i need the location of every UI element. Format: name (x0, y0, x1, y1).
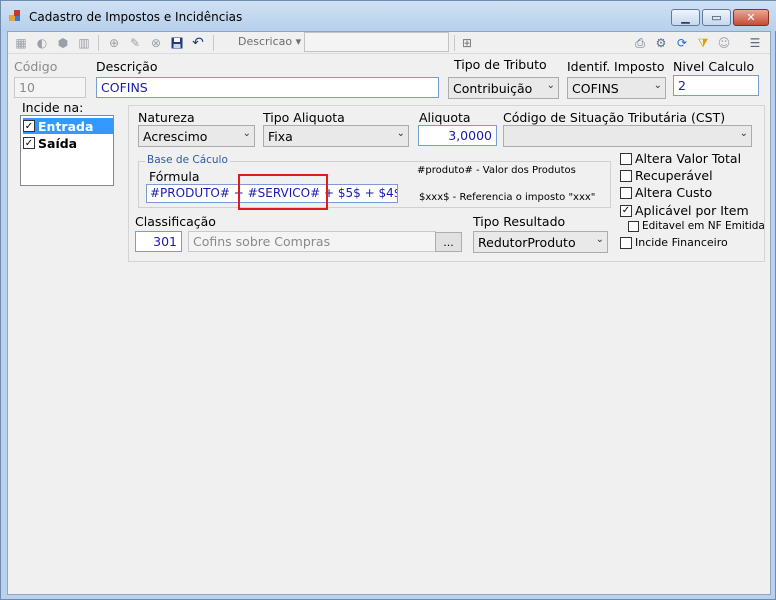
search-field-label: Descricao (238, 35, 293, 48)
chevron-down-icon: ⌄ (595, 234, 604, 245)
save-icon[interactable] (169, 35, 185, 51)
form-client-area: ▦ ◐ ⬢ ▥ ⊕ ✎ ⊗ ↶ Descricao ▾ ⊞ ⎙ ⚙ ⟳ ⧩ ☺ … (7, 31, 771, 595)
chevron-down-icon: ⌄ (242, 128, 251, 139)
nivel-calculo-field[interactable]: 2 (673, 75, 759, 96)
incide-saida-item[interactable]: ✓ Saída (23, 135, 113, 151)
nivel-calculo-label: Nivel Calculo (673, 59, 755, 74)
base-calculo-title: Base de Cáculo (145, 154, 230, 166)
settings-icon[interactable]: ⚙ (653, 35, 669, 51)
main-window: Cadastro de Impostos e Incidências ▁ ▭ ✕… (0, 0, 776, 600)
natureza-value: Acrescimo (143, 129, 208, 144)
refresh-icon[interactable]: ⟳ (674, 35, 690, 51)
delete-icon[interactable]: ⊗ (148, 35, 164, 51)
incide-entrada-label: Entrada (38, 118, 94, 134)
identif-imposto-select[interactable]: COFINS ⌄ (567, 77, 666, 99)
incide-entrada-item[interactable]: ✓ Entrada (23, 118, 113, 134)
cst-select[interactable]: ⌄ (503, 125, 752, 147)
chevron-down-icon: ⌄ (739, 128, 748, 139)
aplicavel-por-item-checkbox[interactable]: ✓ Aplicável por Item (620, 203, 749, 218)
incide-financeiro-label: Incide Financeiro (635, 236, 728, 249)
aplicavel-por-item-label: Aplicável por Item (635, 203, 749, 218)
identif-imposto-value: COFINS (572, 81, 619, 96)
maximize-button[interactable]: ▭ (702, 9, 731, 26)
help-xxx-text: $xxx$ - Referencia o imposto "xxx" (419, 192, 596, 203)
altera-valor-total-checkbox[interactable]: Altera Valor Total (620, 151, 741, 166)
tipo-resultado-label: Tipo Resultado (473, 214, 566, 229)
print-icon[interactable]: ⎙ (632, 35, 648, 51)
search-grid-icon[interactable]: ⊞ (459, 35, 475, 51)
codigo-label: Código (14, 59, 58, 74)
editavel-nf-emitida-label: Editavel em NF Emitida (642, 220, 765, 232)
previous-record-icon[interactable]: ◐ (34, 35, 50, 51)
close-button[interactable]: ✕ (733, 9, 769, 26)
formula-label: Fórmula (149, 169, 200, 184)
recuperavel-label: Recuperável (635, 168, 713, 183)
altera-custo-checkbox[interactable]: Altera Custo (620, 185, 712, 200)
identif-imposto-label: Identif. Imposto (567, 59, 665, 74)
app-icon (9, 10, 21, 22)
chevron-down-icon: ⌄ (546, 80, 555, 91)
checkbox-checked-icon: ✓ (23, 120, 35, 132)
incide-na-label: Incide na: (22, 100, 84, 115)
tipo-resultado-value: RedutorProduto (478, 235, 576, 250)
last-record-icon[interactable]: ▥ (76, 35, 92, 51)
next-record-icon[interactable]: ⬢ (55, 35, 71, 51)
classificacao-browse-button[interactable]: ... (435, 232, 462, 252)
incide-na-checklist[interactable]: ✓ Entrada ✓ Saída (20, 115, 114, 186)
tipo-aliquota-select[interactable]: Fixa ⌄ (263, 125, 409, 147)
filter-icon[interactable]: ⧩ (695, 35, 711, 51)
codigo-field[interactable]: 10 (14, 77, 86, 98)
checkbox-icon (620, 169, 632, 182)
checkbox-icon (620, 152, 632, 165)
first-record-icon[interactable]: ▦ (13, 35, 29, 51)
tipo-tributo-select[interactable]: Contribuição ⌄ (448, 77, 559, 99)
add-icon[interactable]: ⊕ (106, 35, 122, 51)
tipo-tributo-label: Tipo de Tributo (454, 57, 547, 72)
descricao-label: Descrição (96, 59, 158, 74)
descricao-field[interactable]: COFINS (96, 77, 439, 98)
tipo-aliquota-value: Fixa (268, 129, 293, 144)
highlight-box (238, 174, 328, 210)
aliquota-field[interactable]: 3,0000 (418, 125, 497, 146)
menu-icon[interactable]: ☰ (747, 35, 763, 51)
undo-icon[interactable]: ↶ (190, 35, 206, 51)
chevron-down-icon: ⌄ (396, 128, 405, 139)
checkbox-icon (620, 236, 632, 249)
search-input[interactable] (304, 32, 449, 52)
classificacao-label: Classificação (135, 214, 216, 229)
search-field-dropdown[interactable]: Descricao ▾ (238, 35, 301, 48)
incide-financeiro-checkbox[interactable]: Incide Financeiro (620, 236, 728, 249)
natureza-label: Natureza (138, 110, 195, 125)
tipo-resultado-select[interactable]: RedutorProduto ⌄ (473, 231, 608, 253)
altera-custo-label: Altera Custo (635, 185, 713, 200)
checkbox-icon (628, 220, 639, 232)
cst-label: Código de Situação Tributária (CST) (503, 110, 726, 125)
minimize-button[interactable]: ▁ (671, 9, 700, 26)
aliquota-label: Aliquota (419, 110, 471, 125)
recuperavel-checkbox[interactable]: Recuperável (620, 168, 713, 183)
toolbar-separator (213, 35, 214, 51)
toolbar-separator (98, 35, 99, 51)
title-bar[interactable]: Cadastro de Impostos e Incidências ▁ ▭ ✕ (1, 1, 776, 31)
user-icon[interactable]: ☺ (716, 35, 732, 51)
incide-saida-label: Saída (38, 135, 78, 151)
checkbox-checked-icon: ✓ (23, 137, 35, 149)
window-title: Cadastro de Impostos e Incidências (29, 10, 243, 24)
tipo-aliquota-label: Tipo Aliquota (263, 110, 345, 125)
checkbox-checked-icon: ✓ (620, 204, 632, 217)
classificacao-code-field[interactable]: 301 (135, 231, 182, 252)
edit-icon[interactable]: ✎ (127, 35, 143, 51)
toolbar: ▦ ◐ ⬢ ▥ ⊕ ✎ ⊗ ↶ Descricao ▾ ⊞ ⎙ ⚙ ⟳ ⧩ ☺ … (8, 32, 770, 54)
help-produto-text: #produto# - Valor dos Produtos (417, 165, 576, 176)
toolbar-separator (454, 35, 455, 51)
chevron-down-icon: ⌄ (653, 80, 662, 91)
checkbox-icon (620, 186, 632, 199)
natureza-select[interactable]: Acrescimo ⌄ (138, 125, 255, 147)
editavel-nf-emitida-checkbox[interactable]: Editavel em NF Emitida (628, 220, 765, 232)
tipo-tributo-value: Contribuição (453, 81, 533, 96)
altera-valor-total-label: Altera Valor Total (635, 151, 742, 166)
classificacao-description-field: Cofins sobre Compras (188, 231, 436, 252)
